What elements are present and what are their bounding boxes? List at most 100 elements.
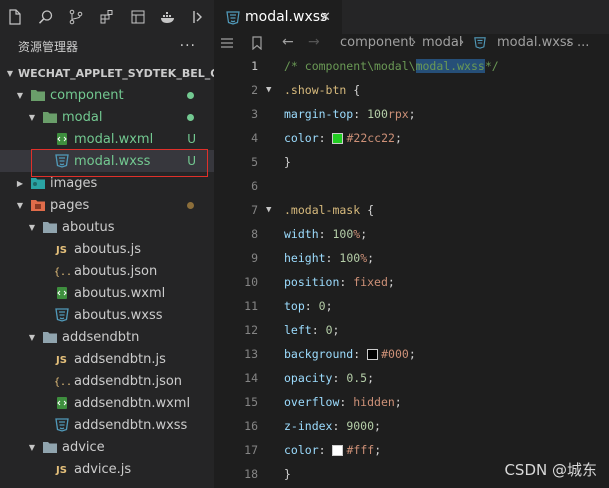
pages-folder-icon [30, 197, 46, 213]
code-line: 9 height: 100%; [214, 246, 609, 270]
back-arrow-icon[interactable]: ← [282, 34, 294, 50]
tree-file[interactable]: addsendbtn.wxss [0, 414, 214, 436]
extensions-icon[interactable] [92, 0, 123, 34]
activity-toolbar [0, 0, 214, 34]
fold-chevron-icon[interactable]: ▼ [266, 85, 271, 95]
line-number: 5 [251, 155, 258, 169]
tree-file[interactable]: {..} addsendbtn.json [0, 370, 214, 392]
more-actions-icon[interactable]: ··· [180, 38, 196, 54]
code-token: : [318, 131, 333, 145]
code-token: 100 [332, 227, 354, 241]
wxml-file-icon [54, 285, 70, 301]
breadcrumb: ← → component › modal › modal.wxss › ... [214, 34, 609, 54]
line-number: 8 [251, 227, 258, 241]
files-icon[interactable] [0, 0, 31, 34]
tree-item-label: images [50, 175, 98, 191]
tree-file[interactable]: {..} aboutus.json [0, 260, 214, 282]
chevron-down-icon: ▼ [28, 112, 36, 122]
tree-item-label: aboutus [62, 219, 115, 235]
workspace-root[interactable]: ▼ WECHAT_APPLET_SYDTEK_BEL_OTA [0, 62, 235, 84]
tree-file[interactable]: JS addsendbtn.js [0, 348, 214, 370]
breadcrumb-item-modal[interactable]: modal [422, 35, 462, 50]
code-line: 13 background: #000; [214, 342, 609, 366]
line-number: 9 [251, 251, 258, 265]
line-number: 1 [251, 59, 258, 73]
breadcrumb-more[interactable]: ... [577, 35, 589, 50]
workspace-root-label: WECHAT_APPLET_SYDTEK_BEL_OTA [18, 66, 235, 80]
tree-folder[interactable]: ▼ pages [0, 194, 214, 216]
tree-folder[interactable]: ▼ advice [0, 436, 214, 458]
search-icon[interactable] [31, 0, 62, 34]
tree-folder[interactable]: ▼ component [0, 84, 214, 106]
code-text: left: 0; [284, 323, 339, 337]
code-token: rpx [387, 107, 409, 121]
line-number: 13 [244, 347, 258, 361]
code-text: overflow: hidden; [284, 395, 402, 409]
tree-folder[interactable]: ▼ aboutus [0, 216, 214, 238]
code-text: } [284, 155, 291, 169]
code-token: 100 [339, 251, 361, 265]
breadcrumb-separator: › [411, 35, 417, 50]
tree-item-label: addsendbtn.json [74, 373, 183, 389]
color-swatch[interactable] [367, 349, 379, 360]
code-text: .show-btn { [284, 83, 360, 97]
code-line: 15 overflow: hidden; [214, 390, 609, 414]
code-token: height [284, 251, 326, 265]
code-line: 1 /* component\modal\modal.wxss*/ [214, 54, 609, 78]
chevron-down-icon: ▼ [28, 222, 36, 232]
tree-item-label: pages [50, 197, 90, 213]
code-token: : [304, 299, 319, 313]
tree-item-label: modal [62, 109, 103, 125]
code-token: { [360, 203, 375, 217]
code-token: ; [374, 419, 381, 433]
code-token: : [353, 347, 368, 361]
js-file-icon: JS [54, 461, 70, 477]
line-number: 15 [244, 395, 258, 409]
code-text: } [284, 467, 291, 481]
code-token: : [339, 275, 354, 289]
code-line: 8 width: 100%; [214, 222, 609, 246]
code-token: : [325, 251, 340, 265]
tree-folder[interactable]: ▼ addsendbtn [0, 326, 214, 348]
css-file-icon [54, 307, 70, 323]
tree-file[interactable]: JS advice.js [0, 458, 214, 480]
color-swatch[interactable] [332, 133, 344, 144]
fold-chevron-icon[interactable]: ▼ [266, 205, 271, 215]
code-token: : [311, 323, 326, 337]
tree-file[interactable]: addsendbtn.wxml [0, 392, 214, 414]
chevron-down-icon: ▼ [28, 332, 36, 342]
code-line: 4 color: #22cc22; [214, 126, 609, 150]
tree-file[interactable]: modal.wxml U [0, 128, 214, 150]
tree-folder[interactable]: ▼ modal [0, 106, 214, 128]
tree-file[interactable]: aboutus.wxss [0, 304, 214, 326]
code-text: position: fixed; [284, 275, 395, 289]
code-line: 14 opacity: 0.5; [214, 366, 609, 390]
line-number: 10 [244, 275, 258, 289]
code-text: color: #fff; [284, 443, 381, 457]
code-area[interactable]: 1 /* component\modal\modal.wxss*/ 2 ▼ .show-… [214, 54, 609, 486]
bookmark-icon[interactable] [252, 36, 262, 54]
code-token: ; [367, 251, 375, 265]
code-token: ; [387, 275, 395, 289]
line-number: 11 [244, 299, 258, 313]
svg-text:JS: JS [55, 355, 67, 366]
code-token: ; [360, 227, 368, 241]
source-control-icon[interactable] [61, 0, 92, 34]
code-token: 0.5 [346, 371, 368, 385]
list-icon[interactable] [220, 37, 234, 53]
code-token: .show-btn [284, 83, 347, 97]
breadcrumb-item-component[interactable]: component [340, 35, 414, 50]
tab-modal-wxss[interactable]: modal.wxss ✕ [214, 0, 342, 34]
code-token: { [346, 83, 361, 97]
forward-arrow-icon[interactable]: → [308, 34, 320, 50]
panel-icon[interactable] [183, 0, 214, 34]
debug-icon[interactable] [122, 0, 153, 34]
breadcrumb-item-file[interactable]: modal.wxss [497, 35, 573, 50]
close-icon[interactable]: ✕ [320, 10, 331, 25]
tree-file[interactable]: JS aboutus.js [0, 238, 214, 260]
chevron-down-icon: ▼ [28, 442, 36, 452]
tree-file[interactable]: aboutus.wxml [0, 282, 214, 304]
color-swatch[interactable] [332, 445, 344, 456]
code-line: 7 ▼ .modal-mask { [214, 198, 609, 222]
docker-icon[interactable] [153, 0, 184, 34]
